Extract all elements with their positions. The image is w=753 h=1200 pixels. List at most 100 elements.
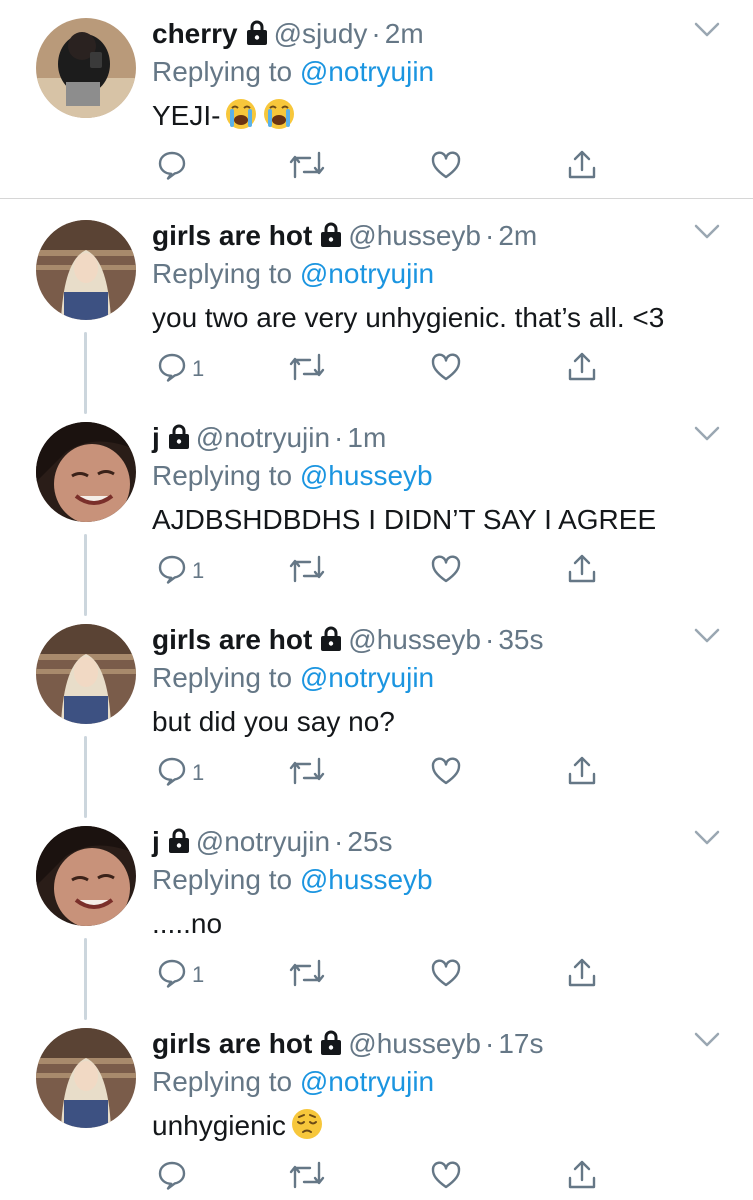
share-button[interactable] [566, 756, 598, 790]
retweet-button[interactable] [288, 958, 326, 992]
reply-button[interactable]: 1 [156, 756, 204, 790]
handle[interactable]: @notryujin [196, 422, 330, 453]
retweet-button[interactable] [288, 554, 326, 588]
tweet[interactable]: j @notryujin · 25s Replying to @husseyb ...… [0, 808, 753, 1008]
like-button[interactable] [430, 150, 462, 184]
display-name[interactable]: j [152, 422, 160, 453]
timestamp[interactable]: 25s [347, 826, 392, 857]
replying-prefix: Replying to [152, 662, 293, 693]
lock-icon [320, 219, 342, 259]
tweet-actions: 1 [152, 352, 612, 386]
mention-link[interactable]: @husseyb [300, 460, 433, 491]
retweet-button[interactable] [288, 150, 326, 184]
share-icon [566, 351, 598, 388]
timestamp[interactable]: 35s [498, 624, 543, 655]
replying-prefix: Replying to [152, 1066, 293, 1097]
avatar-cherry[interactable] [36, 18, 136, 118]
display-name[interactable]: cherry [152, 18, 238, 49]
avatar-j[interactable] [36, 826, 136, 926]
display-name[interactable]: girls are hot [152, 624, 312, 655]
reply-button[interactable]: 1 [156, 352, 204, 386]
display-name[interactable]: j [152, 826, 160, 857]
avatar-j[interactable] [36, 422, 136, 522]
tweet[interactable]: j @notryujin · 1m Replying to @husseyb AJDB… [0, 404, 753, 604]
tweet[interactable]: girls are hot @husseyb · 2m Replying to @no… [0, 202, 753, 402]
chevron-down-icon[interactable] [694, 426, 720, 447]
timestamp[interactable]: 2m [498, 220, 537, 251]
reply-icon [156, 755, 188, 792]
mention-link[interactable]: @notryujin [300, 1066, 434, 1097]
reply-count: 1 [192, 760, 205, 785]
mention-link[interactable]: @notryujin [300, 56, 434, 87]
lock-icon [320, 1027, 342, 1067]
retweet-button[interactable] [288, 756, 326, 790]
share-button[interactable] [566, 554, 598, 588]
mention-link[interactable]: @husseyb [300, 864, 433, 895]
tweet-text: but did you say no? [152, 702, 395, 742]
display-name[interactable]: girls are hot [152, 220, 312, 251]
loudly-crying-face-icon [224, 97, 258, 142]
like-button[interactable] [430, 1160, 462, 1194]
chevron-down-icon[interactable] [694, 224, 720, 245]
avatar-girls-are-hot[interactable] [36, 624, 136, 724]
chevron-down-icon[interactable] [694, 628, 720, 649]
handle[interactable]: @sjudy [274, 18, 368, 49]
reply-button[interactable] [156, 150, 192, 184]
mention-link[interactable]: @notryujin [300, 258, 434, 289]
tweet-text-content: AJDBSHDBDHS I DIDN’T SAY I AGREE [152, 504, 657, 535]
like-icon [430, 756, 462, 791]
chevron-down-icon[interactable] [694, 830, 720, 851]
like-icon [430, 150, 462, 185]
like-button[interactable] [430, 554, 462, 588]
chevron-down-icon[interactable] [694, 22, 720, 43]
tweet-header: j @notryujin · 1m [152, 418, 386, 458]
retweet-icon [288, 1160, 326, 1195]
reply-count: 1 [192, 356, 205, 381]
avatar-girls-are-hot[interactable] [36, 220, 136, 320]
display-name[interactable]: girls are hot [152, 1028, 312, 1059]
reply-button[interactable] [156, 1160, 192, 1194]
tweet-text-content: unhygienic [152, 1110, 286, 1141]
timestamp[interactable]: 2m [385, 18, 424, 49]
timestamp[interactable]: 1m [347, 422, 386, 453]
replying-to: Replying to @notryujin [152, 658, 434, 698]
like-button[interactable] [430, 756, 462, 790]
tweet[interactable]: girls are hot @husseyb · 17s Replying to @n… [0, 1010, 753, 1200]
tweet[interactable]: girls are hot @husseyb · 35s Replying to @n… [0, 606, 753, 806]
like-button[interactable] [430, 352, 462, 386]
tweet-text-content: you two are very unhygienic. that’s all.… [152, 302, 665, 333]
chevron-down-icon[interactable] [694, 1032, 720, 1053]
handle[interactable]: @husseyb [348, 1028, 481, 1059]
reply-icon [156, 553, 188, 590]
share-button[interactable] [566, 352, 598, 386]
retweet-button[interactable] [288, 1160, 326, 1194]
handle[interactable]: @husseyb [348, 220, 481, 251]
like-button[interactable] [430, 958, 462, 992]
handle[interactable]: @notryujin [196, 826, 330, 857]
share-button[interactable] [566, 1160, 598, 1194]
share-button[interactable] [566, 958, 598, 992]
share-button[interactable] [566, 150, 598, 184]
tweet-actions [152, 1160, 612, 1194]
replying-to: Replying to @notryujin [152, 1062, 434, 1102]
tweet-actions: 1 [152, 958, 612, 992]
retweet-icon [288, 150, 326, 185]
share-icon [566, 149, 598, 186]
retweet-button[interactable] [288, 352, 326, 386]
tweet-actions [152, 150, 612, 184]
tweet-actions: 1 [152, 756, 612, 790]
mention-link[interactable]: @notryujin [300, 662, 434, 693]
avatar-girls-are-hot[interactable] [36, 1028, 136, 1128]
lock-icon [320, 623, 342, 663]
separator: · [484, 1028, 495, 1059]
replying-to: Replying to @notryujin [152, 52, 434, 92]
handle[interactable]: @husseyb [348, 624, 481, 655]
reply-button[interactable]: 1 [156, 554, 204, 588]
separator: · [334, 826, 344, 857]
timestamp[interactable]: 17s [498, 1028, 543, 1059]
replying-prefix: Replying to [152, 258, 293, 289]
reply-button[interactable]: 1 [156, 958, 204, 992]
tweet-text: .....no [152, 904, 222, 944]
tweet[interactable]: cherry @sjudy · 2m Replying to @notryujin Y… [0, 0, 753, 198]
like-icon [430, 1160, 462, 1195]
